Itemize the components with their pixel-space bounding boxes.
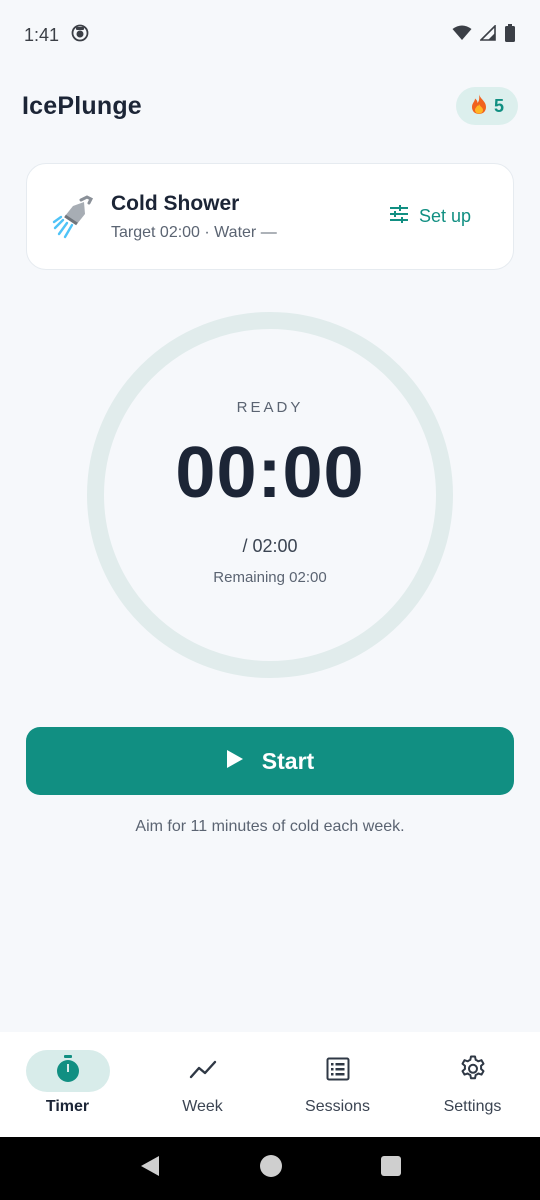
nav-icon-wrap	[25, 1050, 110, 1092]
bottom-nav: Timer Week Sessions Settings	[0, 1032, 540, 1137]
timer-ring: READY 00:00 / 02:00 Remaining 02:00	[87, 312, 453, 678]
nav-icon-wrap	[431, 1050, 515, 1092]
timer-state: READY	[236, 399, 304, 416]
streak-badge[interactable]: 5	[455, 87, 518, 125]
tune-icon	[389, 205, 409, 228]
wifi-icon	[452, 25, 472, 46]
mode-text: Cold Shower Target 02:00 · Water —	[111, 192, 381, 242]
app-title: IcePlunge	[22, 91, 142, 120]
nav-item-week[interactable]: Week	[135, 1032, 270, 1137]
nav-label-sessions: Sessions	[305, 1098, 370, 1115]
home-icon[interactable]	[259, 1154, 283, 1183]
start-button[interactable]: Start	[26, 727, 514, 795]
nav-icon-wrap	[161, 1050, 245, 1092]
status-right	[452, 23, 516, 47]
timer-time: 00:00	[175, 433, 365, 513]
nav-label-settings: Settings	[443, 1098, 502, 1115]
weekly-goal-hint: Aim for 11 minutes of cold each week.	[135, 818, 405, 835]
nav-label-timer: Timer	[45, 1098, 90, 1115]
nav-item-settings[interactable]: Settings	[405, 1032, 540, 1137]
status-time: 1:41	[24, 24, 60, 45]
nav-item-timer[interactable]: Timer	[0, 1032, 135, 1137]
system-nav-bar	[0, 1137, 540, 1200]
streak-count: 5	[493, 95, 504, 116]
app-screen: 1:41 IcePlunge 5 Cold Shower Target 02:0…	[0, 0, 540, 1200]
play-icon	[226, 748, 244, 775]
list-icon	[326, 1057, 350, 1086]
nav-item-sessions[interactable]: Sessions	[270, 1032, 405, 1137]
setup-button[interactable]: Set up	[381, 197, 489, 236]
stopwatch-icon	[55, 1054, 81, 1088]
battery-icon	[504, 23, 516, 47]
nav-icon-wrap	[296, 1050, 380, 1092]
flame-icon	[470, 93, 488, 120]
mode-subtitle: Target 02:00 · Water —	[111, 223, 277, 241]
app-header: IcePlunge 5	[22, 80, 518, 132]
shower-icon	[51, 194, 97, 240]
setup-label: Set up	[418, 206, 471, 226]
mode-card[interactable]: Cold Shower Target 02:00 · Water — Set u…	[26, 163, 514, 270]
app-notification-icon	[71, 24, 89, 47]
back-icon[interactable]	[139, 1155, 161, 1182]
trend-icon	[189, 1059, 217, 1084]
gear-icon	[459, 1055, 487, 1088]
status-left: 1:41	[24, 24, 89, 47]
status-bar: 1:41	[0, 0, 540, 70]
start-label: Start	[261, 747, 315, 774]
recents-icon[interactable]	[381, 1156, 401, 1181]
timer-remaining: Remaining 02:00	[213, 569, 327, 586]
timer-target: / 02:00	[242, 536, 298, 556]
nav-label-week: Week	[182, 1098, 223, 1115]
signal-icon	[479, 23, 496, 46]
mode-title: Cold Shower	[111, 191, 240, 215]
